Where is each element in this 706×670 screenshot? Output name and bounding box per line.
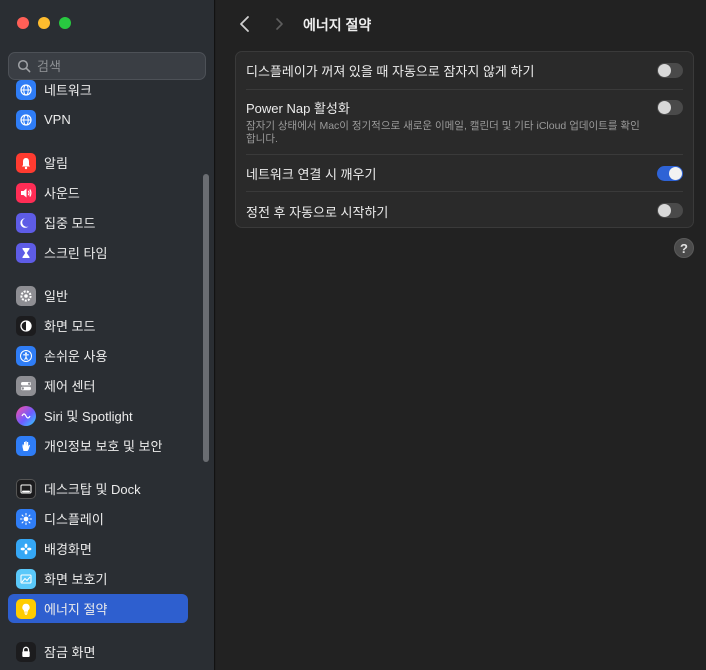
sidebar-item-displays[interactable]: 디스플레이	[8, 504, 188, 533]
setting-row-restart-power-failure: 정전 후 자동으로 시작하기	[246, 201, 683, 221]
setting-title: 네트워크 연결 시 깨우기	[246, 166, 377, 182]
setting-row-power-nap: Power Nap 활성화 잠자기 상태에서 Mac이 정기적으로 새로운 이메…	[246, 98, 683, 145]
page-title: 에너지 절약	[303, 17, 372, 33]
sidebar-item-label: 일반	[44, 289, 68, 304]
sidebar-item-label: 화면 모드	[44, 319, 96, 334]
sidebar-scrollbar[interactable]	[203, 174, 209, 462]
bell-icon	[16, 152, 36, 173]
search-input[interactable]	[37, 58, 187, 74]
globe-icon	[16, 79, 36, 100]
globe-icon	[16, 109, 36, 130]
sidebar-item-sound[interactable]: 사운드	[8, 178, 188, 207]
hourglass-icon	[16, 242, 36, 263]
sidebar-item-wallpaper[interactable]: 배경화면	[8, 534, 188, 563]
sidebar-item-label: 배경화면	[44, 542, 92, 557]
switches-icon	[16, 375, 36, 396]
sidebar-item-privacy-security[interactable]: 개인정보 보호 및 보안	[8, 431, 188, 460]
sidebar-item-siri-spotlight[interactable]: Siri 및 Spotlight	[8, 401, 188, 430]
setting-row-prevent-sleep: 디스플레이가 꺼져 있을 때 자동으로 잠자지 않게 하기	[246, 60, 683, 80]
close-window-button[interactable]	[17, 17, 29, 29]
lock-icon	[16, 641, 36, 662]
forward-chevron-icon[interactable]	[271, 14, 289, 34]
flower-icon	[16, 538, 36, 559]
sidebar-item-label: 손쉬운 사용	[44, 349, 108, 364]
setting-title: Power Nap 활성화	[246, 101, 350, 116]
sun-icon	[16, 508, 36, 529]
search-icon	[17, 59, 31, 73]
sidebar-item-label: 데스크탑 및 Dock	[44, 482, 141, 497]
sidebar-item-desktop-dock[interactable]: 데스크탑 및 Dock	[8, 474, 188, 503]
sidebar-item-label: VPN	[44, 112, 71, 127]
restart-power-failure-toggle[interactable]	[657, 203, 683, 218]
sidebar-item-accessibility[interactable]: 손쉬운 사용	[8, 341, 188, 370]
sidebar-item-label: Siri 및 Spotlight	[44, 409, 133, 424]
sidebar-item-notifications[interactable]: 알림	[8, 148, 188, 177]
power-nap-toggle[interactable]	[657, 100, 683, 115]
dock-icon	[16, 478, 36, 499]
screensaver-icon	[16, 568, 36, 589]
sidebar-item-screen-saver[interactable]: 화면 보호기	[8, 564, 188, 593]
divider	[246, 89, 683, 90]
sidebar-item-control-center[interactable]: 제어 센터	[8, 371, 188, 400]
sidebar-item-label: 화면 보호기	[44, 572, 108, 587]
setting-row-wake-network: 네트워크 연결 시 깨우기	[246, 163, 683, 183]
sidebar-item-label: 개인정보 보호 및 보안	[44, 439, 163, 454]
sidebar-item-screen-time[interactable]: 스크린 타임	[8, 238, 188, 267]
sidebar-item-label: 에너지 절약	[44, 602, 108, 617]
sidebar-item-label: 제어 센터	[44, 379, 96, 394]
siri-icon	[16, 405, 36, 426]
sidebar-item-appearance[interactable]: 화면 모드	[8, 311, 188, 340]
help-button[interactable]: ?	[674, 238, 694, 258]
speaker-icon	[16, 182, 36, 203]
setting-description: 잠자기 상태에서 Mac이 정기적으로 새로운 이메일, 캘린더 및 기타 iC…	[246, 120, 640, 145]
appearance-icon	[16, 315, 36, 336]
back-chevron-icon[interactable]	[236, 14, 254, 34]
settings-panel: 디스플레이가 꺼져 있을 때 자동으로 잠자지 않게 하기 Power Nap …	[235, 51, 694, 228]
accessibility-icon	[16, 345, 36, 366]
zoom-window-button[interactable]	[59, 17, 71, 29]
setting-title: 정전 후 자동으로 시작하기	[246, 204, 389, 220]
sidebar-item-label: 네트워크	[44, 83, 92, 98]
sidebar-item-label: 스크린 타임	[44, 246, 108, 261]
sidebar-item-focus[interactable]: 집중 모드	[8, 208, 188, 237]
gear-icon	[16, 285, 36, 306]
divider	[246, 154, 683, 155]
sidebar-item-label: 알림	[44, 156, 68, 171]
sidebar-item-energy-saver[interactable]: 에너지 절약	[8, 594, 188, 623]
main-pane: 에너지 절약 디스플레이가 꺼져 있을 때 자동으로 잠자지 않게 하기 Pow…	[216, 0, 706, 670]
sidebar-item-vpn[interactable]: VPN	[8, 105, 188, 134]
sidebar-item-label: 집중 모드	[44, 216, 96, 231]
sidebar-item-label: 잠금 화면	[44, 645, 96, 660]
setting-title: 디스플레이가 꺼져 있을 때 자동으로 잠자지 않게 하기	[246, 63, 535, 79]
minimize-window-button[interactable]	[38, 17, 50, 29]
sidebar-item-lock-screen[interactable]: 잠금 화면	[8, 637, 188, 666]
window-controls	[17, 17, 71, 29]
sidebar-item-network[interactable]: 네트워크	[8, 75, 188, 104]
bulb-icon	[16, 598, 36, 619]
sidebar-item-label: 디스플레이	[44, 512, 104, 527]
prevent-sleep-toggle[interactable]	[657, 63, 683, 78]
sidebar: 네트워크 VPN 알림 사운드 집중 모드 스크린 타임 일반	[0, 0, 215, 670]
wake-network-toggle[interactable]	[657, 166, 683, 181]
sidebar-item-label: 사운드	[44, 186, 80, 201]
divider	[246, 191, 683, 192]
sidebar-item-general[interactable]: 일반	[8, 281, 188, 310]
moon-icon	[16, 212, 36, 233]
hand-icon	[16, 435, 36, 456]
